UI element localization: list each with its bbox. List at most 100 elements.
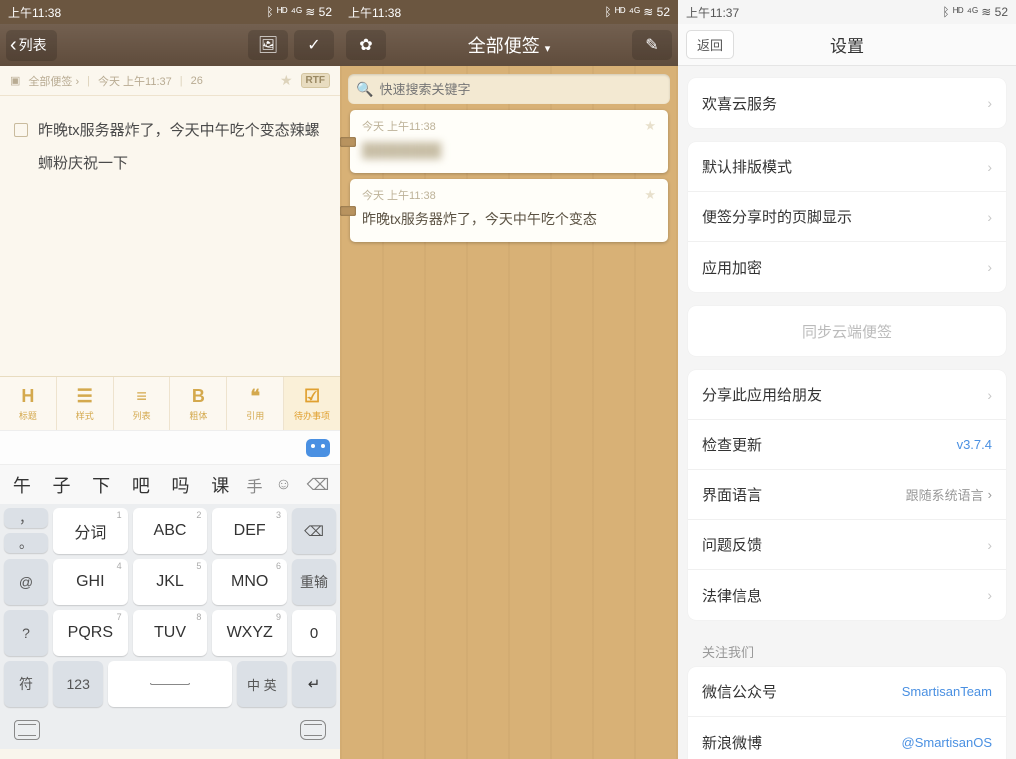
emoji-toggle[interactable] xyxy=(306,439,330,457)
check-icon: ✓ xyxy=(307,35,320,55)
format-样式[interactable]: ☰样式 xyxy=(57,377,114,430)
row-label: 同步云端便签 xyxy=(802,321,892,342)
key-period[interactable]: 。 xyxy=(4,533,48,553)
settings-navbar: 返回 设置 xyxy=(678,24,1016,66)
key-question[interactable]: ? xyxy=(4,610,48,656)
row-label: 法律信息 xyxy=(702,585,762,606)
chevron-right-icon: › xyxy=(987,537,992,553)
settings-row-便签分享时的页脚显示[interactable]: 便签分享时的页脚显示 › xyxy=(688,192,1006,242)
key-segment[interactable]: 1分词 xyxy=(53,508,128,554)
notes-container: 今天 上午11:38★████████今天 上午11:38★昨晚tx服务器炸了，… xyxy=(340,110,678,242)
search-input[interactable] xyxy=(379,82,662,97)
format-icon: ❝ xyxy=(250,386,260,407)
settings-row-问题反馈[interactable]: 问题反馈 › xyxy=(688,520,1006,570)
back-to-list-button[interactable]: 列表 xyxy=(6,30,57,61)
status-icons: ᛒ ᴴᴰ ⁴ᴳ ≋ 52 xyxy=(266,5,332,19)
candidate-3[interactable]: 吧 xyxy=(123,468,159,502)
key-abc[interactable]: 2ABC xyxy=(133,508,208,554)
key-enter[interactable]: ↵ xyxy=(292,661,336,707)
settings-row-微信公众号[interactable]: 微信公众号SmartisanTeam xyxy=(688,667,1006,717)
candidate-4[interactable]: 吗 xyxy=(163,468,199,502)
row-label: 问题反馈 xyxy=(702,534,762,555)
settings-group-3: 分享此应用给朋友›检查更新v3.7.4界面语言跟随系统语言 ›问题反馈›法律信息… xyxy=(688,370,1006,620)
row-label: 便签分享时的页脚显示 xyxy=(702,206,852,227)
settings-screen: 上午11:37 ᛒ ᴴᴰ ⁴ᴳ ≋ 52 返回 设置 欢喜云服务›默认排版模式›… xyxy=(678,0,1016,759)
status-time: 上午11:38 xyxy=(348,4,401,21)
key-def[interactable]: 3DEF xyxy=(212,508,287,554)
key-reinput[interactable]: 重输 xyxy=(292,559,336,605)
format-粗体[interactable]: B粗体 xyxy=(170,377,227,430)
key-zero[interactable]: 0 xyxy=(292,610,336,656)
key-wxyz[interactable]: 9WXYZ xyxy=(212,610,287,656)
status-time: 上午11:38 xyxy=(8,4,61,21)
note-card-1[interactable]: 今天 上午11:38★昨晚tx服务器炸了，今天中午吃个变态 xyxy=(350,179,668,242)
settings-row-默认排版模式[interactable]: 默认排版模式› xyxy=(688,142,1006,192)
row-value: 跟随系统语言 › xyxy=(906,485,992,504)
key-jkl[interactable]: 5JKL xyxy=(133,559,208,605)
key-tuv[interactable]: 8TUV xyxy=(133,610,208,656)
candidate-2[interactable]: 下 xyxy=(83,468,119,502)
editor-content[interactable]: 昨晚tx服务器炸了，今天中午吃个变态辣螺蛳粉庆祝一下 xyxy=(0,96,340,376)
candidate-5[interactable]: 课 xyxy=(202,468,238,502)
settings-row-界面语言[interactable]: 界面语言跟随系统语言 › xyxy=(688,470,1006,520)
image-button[interactable]: 🖼 xyxy=(248,30,288,60)
format-icon: B xyxy=(192,386,205,407)
chevron-right-icon: › xyxy=(988,487,992,502)
back-button[interactable]: 返回 xyxy=(686,30,734,59)
chevron-right-icon: › xyxy=(987,587,992,603)
settings-row-应用加密[interactable]: 应用加密› xyxy=(688,242,1006,292)
settings-list[interactable]: 欢喜云服务› 默认排版模式› 便签分享时的页脚显示 › 应用加密› 同步云端便签分享此应用… xyxy=(678,66,1016,759)
key-comma[interactable]: ， xyxy=(4,508,48,528)
format-label: 样式 xyxy=(76,409,94,422)
star-icon: ★ xyxy=(644,187,656,203)
candidate-0[interactable]: 午 xyxy=(4,468,40,502)
settings-row-检查更新[interactable]: 检查更新 v3.7.4 xyxy=(688,420,1006,470)
compose-icon: ✎ xyxy=(645,35,658,55)
todo-checkbox[interactable] xyxy=(14,123,28,137)
key-space[interactable] xyxy=(108,661,231,707)
key-lang-toggle[interactable]: 中 英 xyxy=(237,661,287,707)
editor-navbar: 列表 🖼 ✓ xyxy=(0,24,340,66)
settings-row-法律信息[interactable]: 法律信息 › xyxy=(688,570,1006,620)
format-标题[interactable]: H标题 xyxy=(0,377,57,430)
settings-row-新浪微博[interactable]: 新浪微博@SmartisanOS xyxy=(688,717,1006,759)
list-title[interactable]: 全部便签 ▾ xyxy=(392,32,626,58)
key-123[interactable]: 123 xyxy=(53,661,103,707)
search-row[interactable]: 🔍 xyxy=(348,74,670,104)
key-backspace[interactable]: ⌫ xyxy=(292,508,336,554)
done-button[interactable]: ✓ xyxy=(294,30,334,60)
keyboard-switch-right[interactable] xyxy=(300,720,326,740)
key-mno[interactable]: 6MNO xyxy=(212,559,287,605)
key-pqrs[interactable]: 7PQRS xyxy=(53,610,128,656)
candidate-8[interactable]: ⌫ xyxy=(300,475,336,495)
settings-button[interactable]: ✿ xyxy=(346,30,386,60)
format-引用[interactable]: ❝引用 xyxy=(227,377,284,430)
status-bar: 上午11:38 ᛒ ᴴᴰ ⁴ᴳ ≋ 52 xyxy=(340,0,678,24)
settings-row-分享此应用给朋友[interactable]: 分享此应用给朋友› xyxy=(688,370,1006,420)
star-icon[interactable]: ★ xyxy=(280,72,293,89)
candidate-6[interactable]: 手 xyxy=(242,469,267,501)
candidate-1[interactable]: 子 xyxy=(44,468,80,502)
folder-selector[interactable]: 全部便签 › xyxy=(28,73,79,89)
format-列表[interactable]: ≡列表 xyxy=(114,377,171,430)
chevron-right-icon: › xyxy=(987,209,992,225)
compose-button[interactable]: ✎ xyxy=(632,30,672,60)
key-symbol[interactable]: 符 xyxy=(4,661,48,707)
row-label: 检查更新 xyxy=(702,434,762,455)
row-value: v3.7.4 xyxy=(957,437,992,452)
note-text: 昨晚tx服务器炸了，今天中午吃个变态辣螺蛳粉庆祝一下 xyxy=(38,114,326,180)
candidate-7[interactable]: ☺ xyxy=(271,472,296,498)
list-navbar: ✿ 全部便签 ▾ ✎ xyxy=(340,24,678,66)
format-待办事项[interactable]: ☑待办事项 xyxy=(284,377,340,430)
settings-row-欢喜云服务[interactable]: 欢喜云服务› xyxy=(688,78,1006,128)
settings-group-2: 同步云端便签 xyxy=(688,306,1006,356)
key-ghi[interactable]: 4GHI xyxy=(53,559,128,605)
note-date: 今天 上午11:37 xyxy=(98,73,172,89)
row-value: @SmartisanOS xyxy=(902,735,993,750)
keyboard-switch-left[interactable] xyxy=(14,720,40,740)
rtf-badge[interactable]: RTF xyxy=(301,73,330,88)
key-at[interactable]: @ xyxy=(4,559,48,605)
gear-icon: ✿ xyxy=(359,35,372,55)
note-card-0[interactable]: 今天 上午11:38★████████ xyxy=(350,110,668,173)
picture-icon: 🖼 xyxy=(258,35,278,55)
